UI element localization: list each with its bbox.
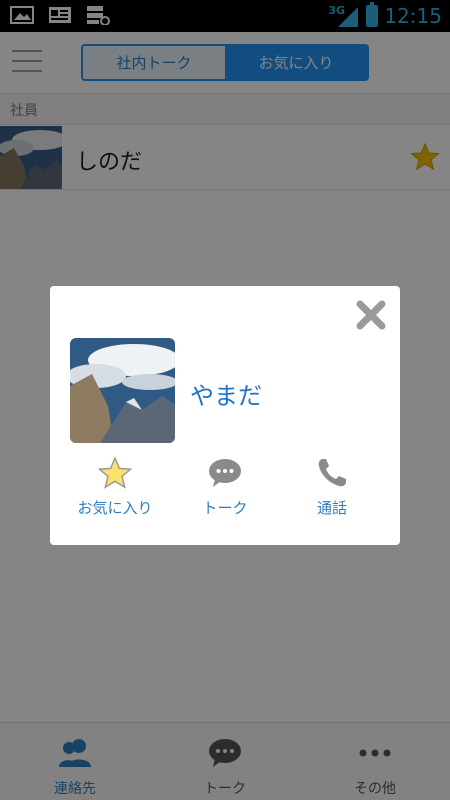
close-icon[interactable] bbox=[354, 298, 388, 332]
favorite-action-label: お気に入り bbox=[77, 499, 153, 517]
contact-dialog: やまだ お気に入り トーク 通話 bbox=[50, 286, 400, 545]
star-icon bbox=[97, 456, 133, 490]
dialog-avatar bbox=[70, 338, 175, 443]
call-action-label: 通話 bbox=[316, 499, 347, 517]
call-action-button[interactable]: 通話 bbox=[272, 456, 392, 518]
talk-action-label: トーク bbox=[202, 499, 248, 517]
chat-bubble-icon bbox=[208, 456, 242, 490]
favorite-action-button[interactable]: お気に入り bbox=[55, 456, 175, 518]
talk-action-button[interactable]: トーク bbox=[165, 456, 285, 518]
phone-icon bbox=[315, 456, 349, 490]
dialog-contact-name: やまだ bbox=[190, 382, 262, 410]
